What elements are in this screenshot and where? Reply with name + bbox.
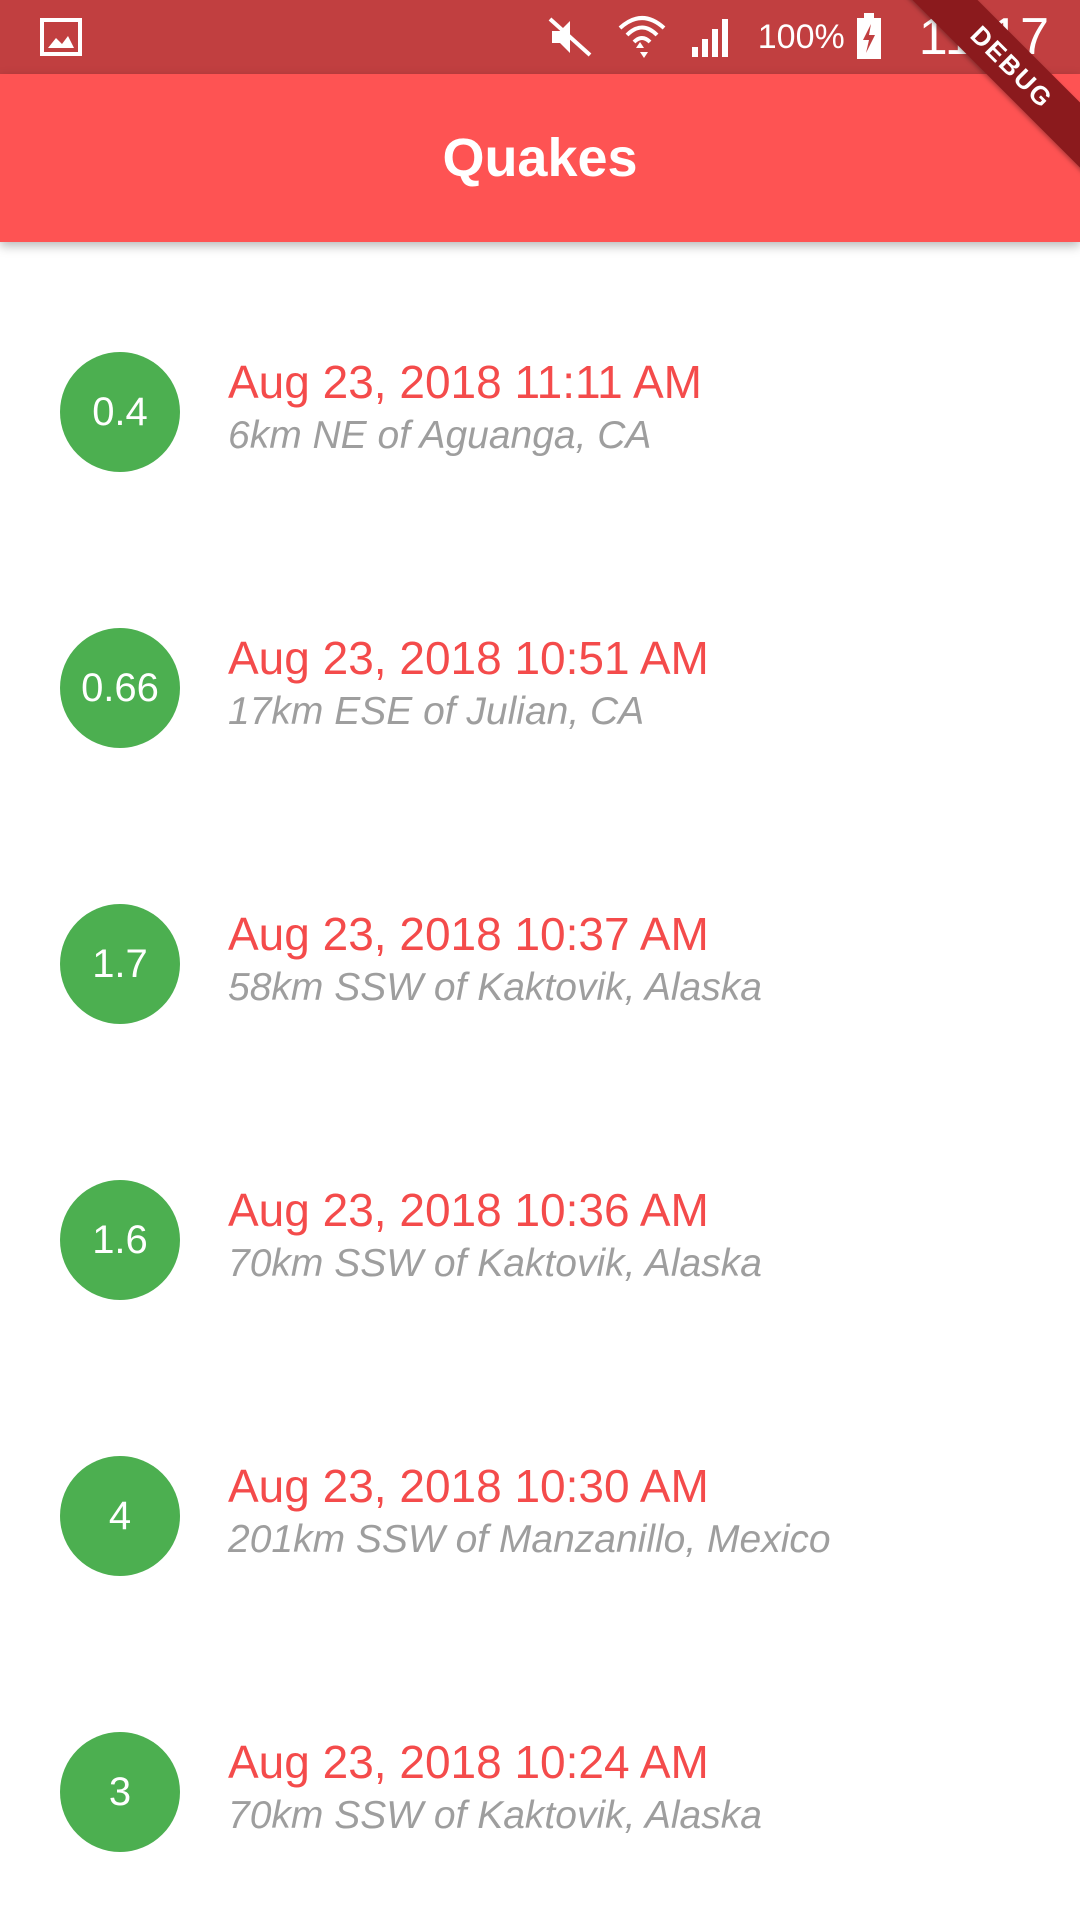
mute-icon [546,15,594,59]
magnitude-badge: 3 [60,1732,180,1852]
quake-place: 201km SSW of Manzanillo, Mexico [228,1518,831,1561]
quake-date: Aug 23, 2018 10:36 AM [228,1184,709,1236]
list-item[interactable]: 1.7 Aug 23, 2018 10:37 AM 58km SSW of Ka… [0,794,1080,1070]
quake-place: 70km SSW of Kaktovik, Alaska [228,1242,762,1285]
quake-date: Aug 23, 2018 10:30 AM [228,1460,709,1512]
magnitude-badge: 0.66 [60,628,180,748]
quake-place: 6km NE of Aguanga, CA [228,414,652,457]
quake-date: Aug 23, 2018 10:24 AM [228,1736,709,1788]
magnitude-badge: 0.4 [60,352,180,472]
app-bar: Quakes [0,74,1080,242]
quake-list[interactable]: 0.4 Aug 23, 2018 11:11 AM 6km NE of Agua… [0,242,1080,1898]
list-item[interactable]: 4 Aug 23, 2018 10:30 AM 201km SSW of Man… [0,1346,1080,1622]
battery-percent: 100% [757,17,845,56]
image-icon [40,18,82,56]
page-title: Quakes [442,128,638,188]
quake-place: 17km ESE of Julian, CA [228,690,645,733]
list-item[interactable]: 1.6 Aug 23, 2018 10:36 AM 70km SSW of Ka… [0,1070,1080,1346]
battery-icon [855,13,883,61]
status-bar: 100% 11:17 [0,0,1080,74]
list-item[interactable]: 0.4 Aug 23, 2018 11:11 AM 6km NE of Agua… [0,242,1080,518]
quake-date: Aug 23, 2018 11:11 AM [228,356,702,408]
quake-place: 58km SSW of Kaktovik, Alaska [228,966,762,1009]
magnitude-badge: 1.7 [60,904,180,1024]
wifi-icon [616,12,668,62]
magnitude-badge: 4 [60,1456,180,1576]
list-item[interactable]: 3 Aug 23, 2018 10:24 AM 70km SSW of Kakt… [0,1622,1080,1898]
quake-date: Aug 23, 2018 10:37 AM [228,908,709,960]
list-item[interactable]: 0.66 Aug 23, 2018 10:51 AM 17km ESE of J… [0,518,1080,794]
quake-place: 70km SSW of Kaktovik, Alaska [228,1794,762,1837]
quake-date: Aug 23, 2018 10:51 AM [228,632,709,684]
magnitude-badge: 1.6 [60,1180,180,1300]
signal-icon [690,15,736,59]
